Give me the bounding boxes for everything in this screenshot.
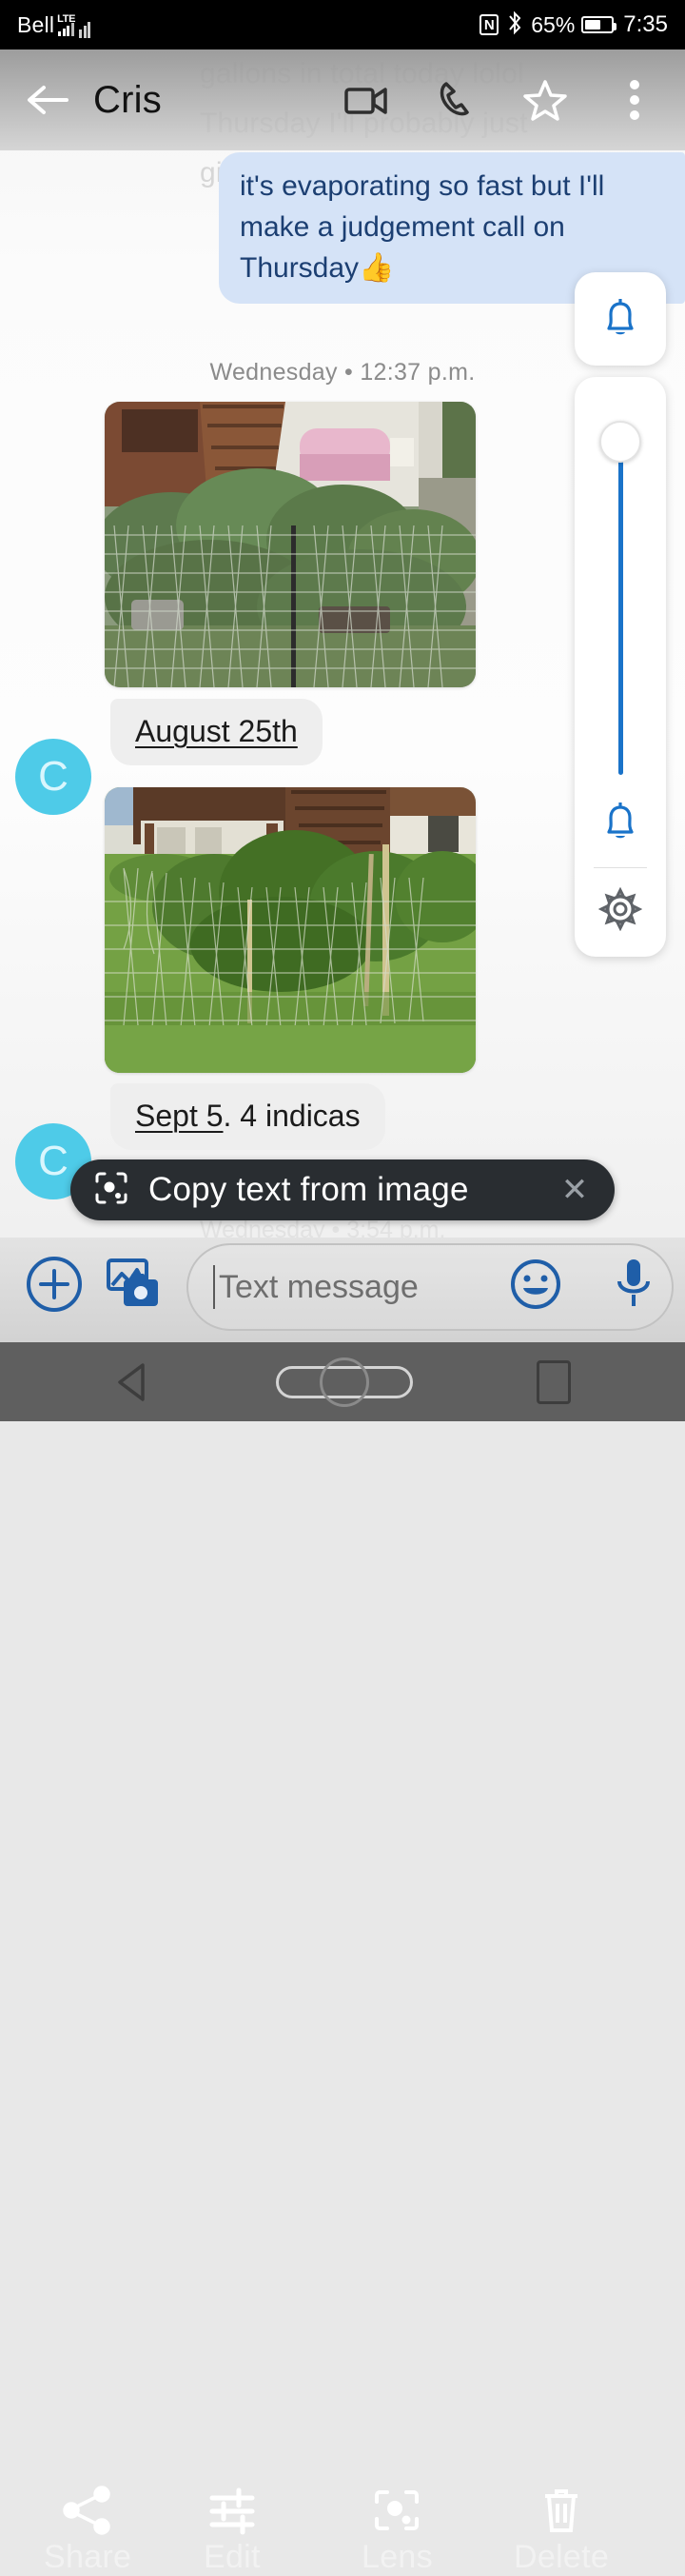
edit-tune-icon [205,2485,260,2541]
garden-photo-2-art [105,787,476,1073]
app-bar: Cris [0,50,685,150]
delete-label: Delete [514,2539,610,2575]
share-icon [60,2485,115,2541]
battery-icon [581,16,617,33]
volume-panel[interactable] [575,272,666,957]
share-action[interactable]: Share [44,2485,131,2576]
signal-bars-icon [58,22,74,36]
lens-icon [369,2485,424,2541]
gear-icon[interactable] [597,886,643,936]
nav-home-icon[interactable] [276,1365,413,1398]
home-pill[interactable] [276,1365,413,1398]
phone-icon[interactable] [432,76,480,124]
message-photo-2[interactable] [105,787,476,1073]
back-arrow-icon[interactable] [23,75,72,125]
outgoing-message-text: it's evaporating so fast but I'll make a… [240,170,605,284]
panel-divider [594,867,647,868]
navigation-bar [0,1342,685,1421]
clock-label: 7:35 [623,11,668,37]
message-photo-1[interactable] [105,402,476,687]
nfc-icon: N [480,14,499,35]
nav-back-icon[interactable] [114,1361,152,1403]
notification-bell-icon[interactable] [598,798,642,848]
status-bar-right: N 65% 7:35 [480,10,668,39]
avatar-letter-2: C [38,1138,68,1184]
caption-2-rest: . 4 indicas [223,1099,361,1133]
caption-1-underlined: August 25th [135,714,298,748]
star-icon[interactable] [521,76,569,124]
toast-label: Copy text from image [148,1171,469,1208]
volume-slider-thumb[interactable] [599,421,641,463]
nav-recents-icon[interactable] [537,1359,571,1404]
lte-indicator: LTE [57,13,76,36]
ringer-toggle-button[interactable] [575,272,666,366]
status-bar-left: Bell LTE [17,11,91,38]
avatar-letter-1: C [38,753,68,800]
contact-name-title[interactable]: Cris [93,79,162,122]
bluetooth-icon [505,10,524,39]
video-camera-icon[interactable] [342,76,390,124]
volume-slider-card[interactable] [575,377,666,957]
caption-2-underlined: Sept 5 [135,1099,224,1133]
signal-bars-secondary-icon [79,21,91,38]
copy-text-toast[interactable]: Copy text from image ✕ [70,1159,615,1220]
message-caption-bubble-2[interactable]: Sept 5. 4 indicas [110,1083,385,1150]
battery-percent-label: 65% [531,11,576,37]
status-bar: Bell LTE N 65% 7:35 [0,0,685,50]
image-action-bar: Share Edit Lens Delete [0,1238,685,2575]
thumbs-up-emoji: 👍 [359,252,395,284]
trash-icon [534,2485,589,2541]
share-label: Share [44,2539,132,2575]
garden-photo-1-art [105,402,476,687]
lens-text-icon [93,1170,129,1211]
edit-label: Edit [204,2539,261,2575]
lens-action[interactable]: Lens [362,2485,433,2576]
bell-icon [598,294,642,345]
message-caption-bubble-1[interactable]: August 25th [110,699,323,765]
avatar-1: C [15,739,91,815]
delete-action[interactable]: Delete [514,2485,609,2576]
carrier-label: Bell [17,11,55,37]
more-vertical-icon[interactable] [611,76,658,124]
edit-action[interactable]: Edit [204,2485,261,2576]
recents-square[interactable] [537,1359,571,1404]
close-icon[interactable]: ✕ [556,1171,594,1209]
app-bar-actions [342,76,658,124]
volume-slider-track [617,447,623,775]
volume-slider[interactable] [599,404,641,775]
lens-label: Lens [362,2539,433,2575]
